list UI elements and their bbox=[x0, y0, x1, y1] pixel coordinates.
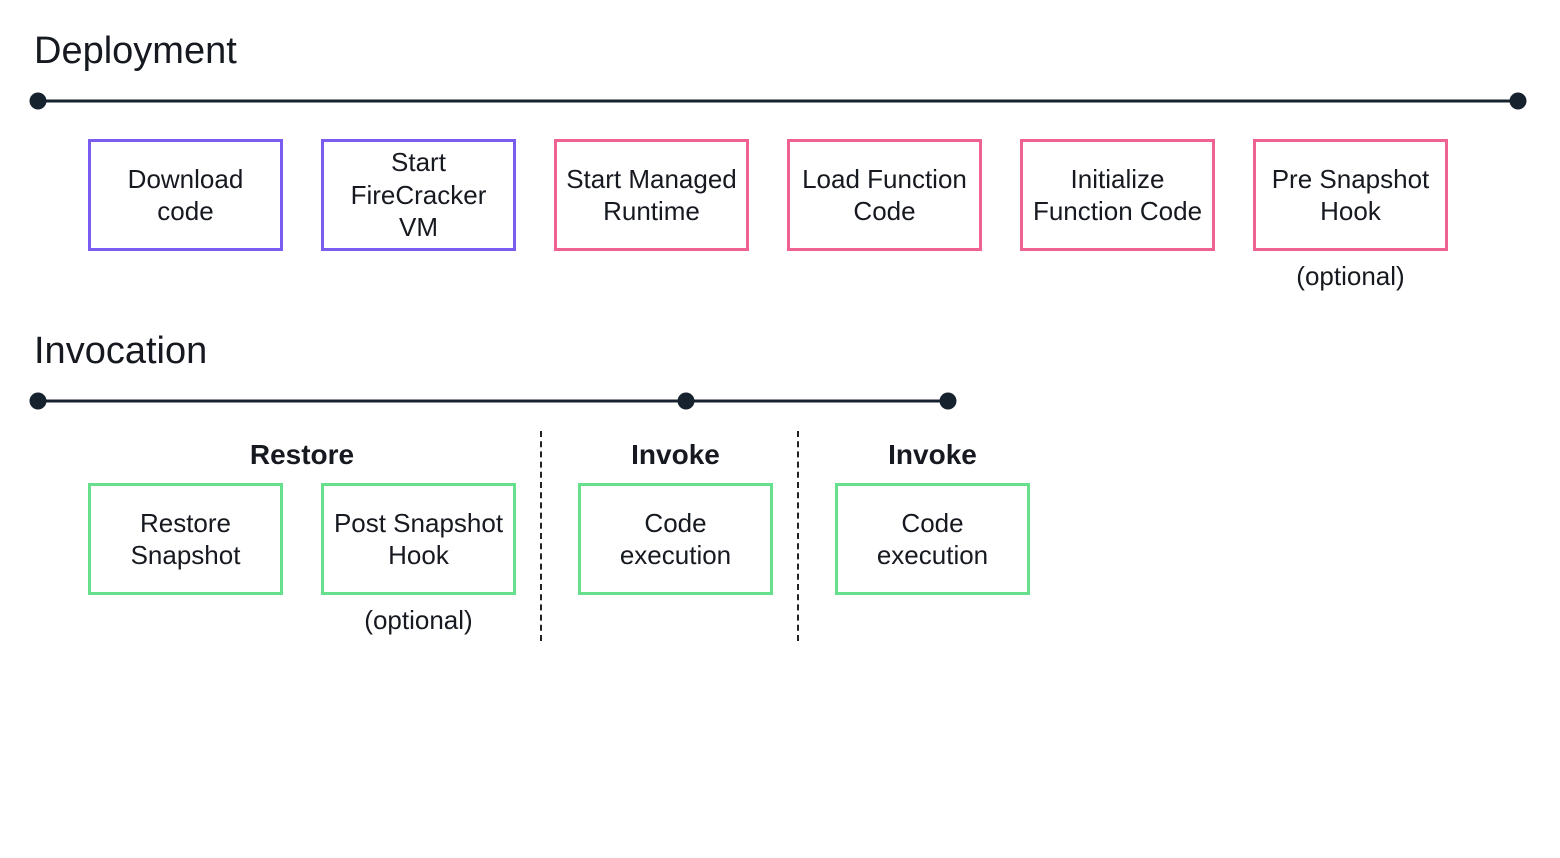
restore-step: Post Snapshot Hook (optional) bbox=[321, 483, 516, 636]
separator bbox=[797, 431, 799, 641]
restore-label: Restore bbox=[88, 439, 516, 471]
deployment-step: Pre Snapshot Hook (optional) bbox=[1253, 139, 1448, 292]
code-execution-box: Code execution bbox=[578, 483, 773, 595]
load-function-box: Load Function Code bbox=[787, 139, 982, 251]
invoke-step: Code execution bbox=[835, 483, 1030, 595]
separator bbox=[540, 431, 542, 641]
invocation-group-labels: Restore Invoke Invoke bbox=[88, 439, 1530, 471]
timeline-dot-mid bbox=[678, 393, 695, 410]
invocation-timeline bbox=[38, 391, 948, 411]
post-snapshot-box: Post Snapshot Hook bbox=[321, 483, 516, 595]
pre-snapshot-box: Pre Snapshot Hook bbox=[1253, 139, 1448, 251]
timeline-dot-start bbox=[30, 93, 47, 110]
timeline-dot-start bbox=[30, 393, 47, 410]
restore-snapshot-box: Restore Snapshot bbox=[88, 483, 283, 595]
timeline-dot-end bbox=[1510, 93, 1527, 110]
deployment-section: Deployment Download code Start FireCrack… bbox=[30, 30, 1530, 292]
deployment-step: Initialize Function Code bbox=[1020, 139, 1215, 251]
deployment-title: Deployment bbox=[34, 30, 1530, 73]
restore-step: Restore Snapshot bbox=[88, 483, 283, 595]
start-firecracker-box: Start FireCracker VM bbox=[321, 139, 516, 251]
invoke-label-1: Invoke bbox=[578, 439, 773, 471]
invocation-boxes: Restore Snapshot Post Snapshot Hook (opt… bbox=[88, 483, 1530, 641]
deployment-timeline bbox=[38, 91, 1518, 111]
download-code-box: Download code bbox=[88, 139, 283, 251]
invocation-title: Invocation bbox=[34, 330, 1530, 373]
deployment-step: Load Function Code bbox=[787, 139, 982, 251]
deployment-step: Start FireCracker VM bbox=[321, 139, 516, 251]
pre-snapshot-caption: (optional) bbox=[1296, 261, 1404, 292]
code-execution-box: Code execution bbox=[835, 483, 1030, 595]
start-runtime-box: Start Managed Runtime bbox=[554, 139, 749, 251]
invoke-label-2: Invoke bbox=[835, 439, 1030, 471]
deployment-step: Start Managed Runtime bbox=[554, 139, 749, 251]
invoke-step: Code execution bbox=[578, 483, 773, 595]
timeline-dot-end bbox=[940, 393, 957, 410]
deployment-boxes: Download code Start FireCracker VM Start… bbox=[88, 139, 1530, 292]
deployment-step: Download code bbox=[88, 139, 283, 251]
invocation-section: Invocation Restore Invoke Invoke Restore… bbox=[30, 330, 1530, 641]
init-function-box: Initialize Function Code bbox=[1020, 139, 1215, 251]
post-snapshot-caption: (optional) bbox=[364, 605, 472, 636]
